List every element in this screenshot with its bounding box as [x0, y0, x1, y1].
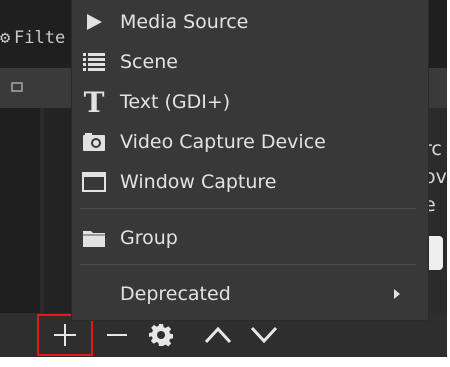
menu-item-label: Window Capture: [120, 171, 277, 193]
filters-tab[interactable]: ⚙ Filte: [0, 24, 72, 52]
gear-icon: ⚙: [0, 28, 11, 48]
dock-window-icon[interactable]: [11, 82, 23, 92]
remove-icon: [107, 334, 127, 336]
window-icon: [80, 168, 108, 196]
add-source-menu: Media Source Scene T Text (GDI+) Video C…: [72, 0, 428, 320]
add-icon: [54, 324, 76, 346]
menu-item-label: Group: [120, 227, 178, 249]
menu-item-media-source[interactable]: Media Source: [72, 2, 428, 42]
move-up-icon: [204, 326, 232, 344]
scenes-list[interactable]: [0, 108, 40, 313]
obs-window: ⚙ Filte rc ov e Media Source Scene T Tex…: [0, 0, 450, 367]
menu-item-window-capture[interactable]: Window Capture: [72, 162, 428, 202]
menu-item-video-capture-device[interactable]: Video Capture Device: [72, 122, 428, 162]
menu-item-scene[interactable]: Scene: [72, 42, 428, 82]
text-icon: T: [83, 85, 105, 119]
list-icon: [80, 48, 108, 76]
add-source-button[interactable]: [37, 314, 93, 356]
menu-separator: [80, 264, 416, 265]
menu-separator: [80, 208, 416, 209]
sources-list[interactable]: [44, 108, 72, 313]
camera-icon: [80, 128, 108, 156]
menu-item-text-gdi[interactable]: T Text (GDI+): [72, 82, 428, 122]
menu-item-label: Media Source: [120, 11, 249, 33]
menu-item-label: Text (GDI+): [120, 91, 231, 113]
properties-gear-icon: [149, 324, 173, 347]
menu-item-label: Deprecated: [120, 283, 231, 305]
menu-item-label: Scene: [120, 51, 178, 73]
filters-tab-label: Filte: [14, 28, 66, 48]
menu-item-group[interactable]: Group: [72, 218, 428, 258]
submenu-arrow-icon: [394, 289, 400, 299]
menu-item-deprecated[interactable]: Deprecated: [72, 274, 428, 314]
menu-item-label: Video Capture Device: [120, 131, 326, 153]
play-icon: [80, 8, 108, 36]
folder-icon: [80, 224, 108, 252]
move-down-icon: [250, 326, 278, 344]
